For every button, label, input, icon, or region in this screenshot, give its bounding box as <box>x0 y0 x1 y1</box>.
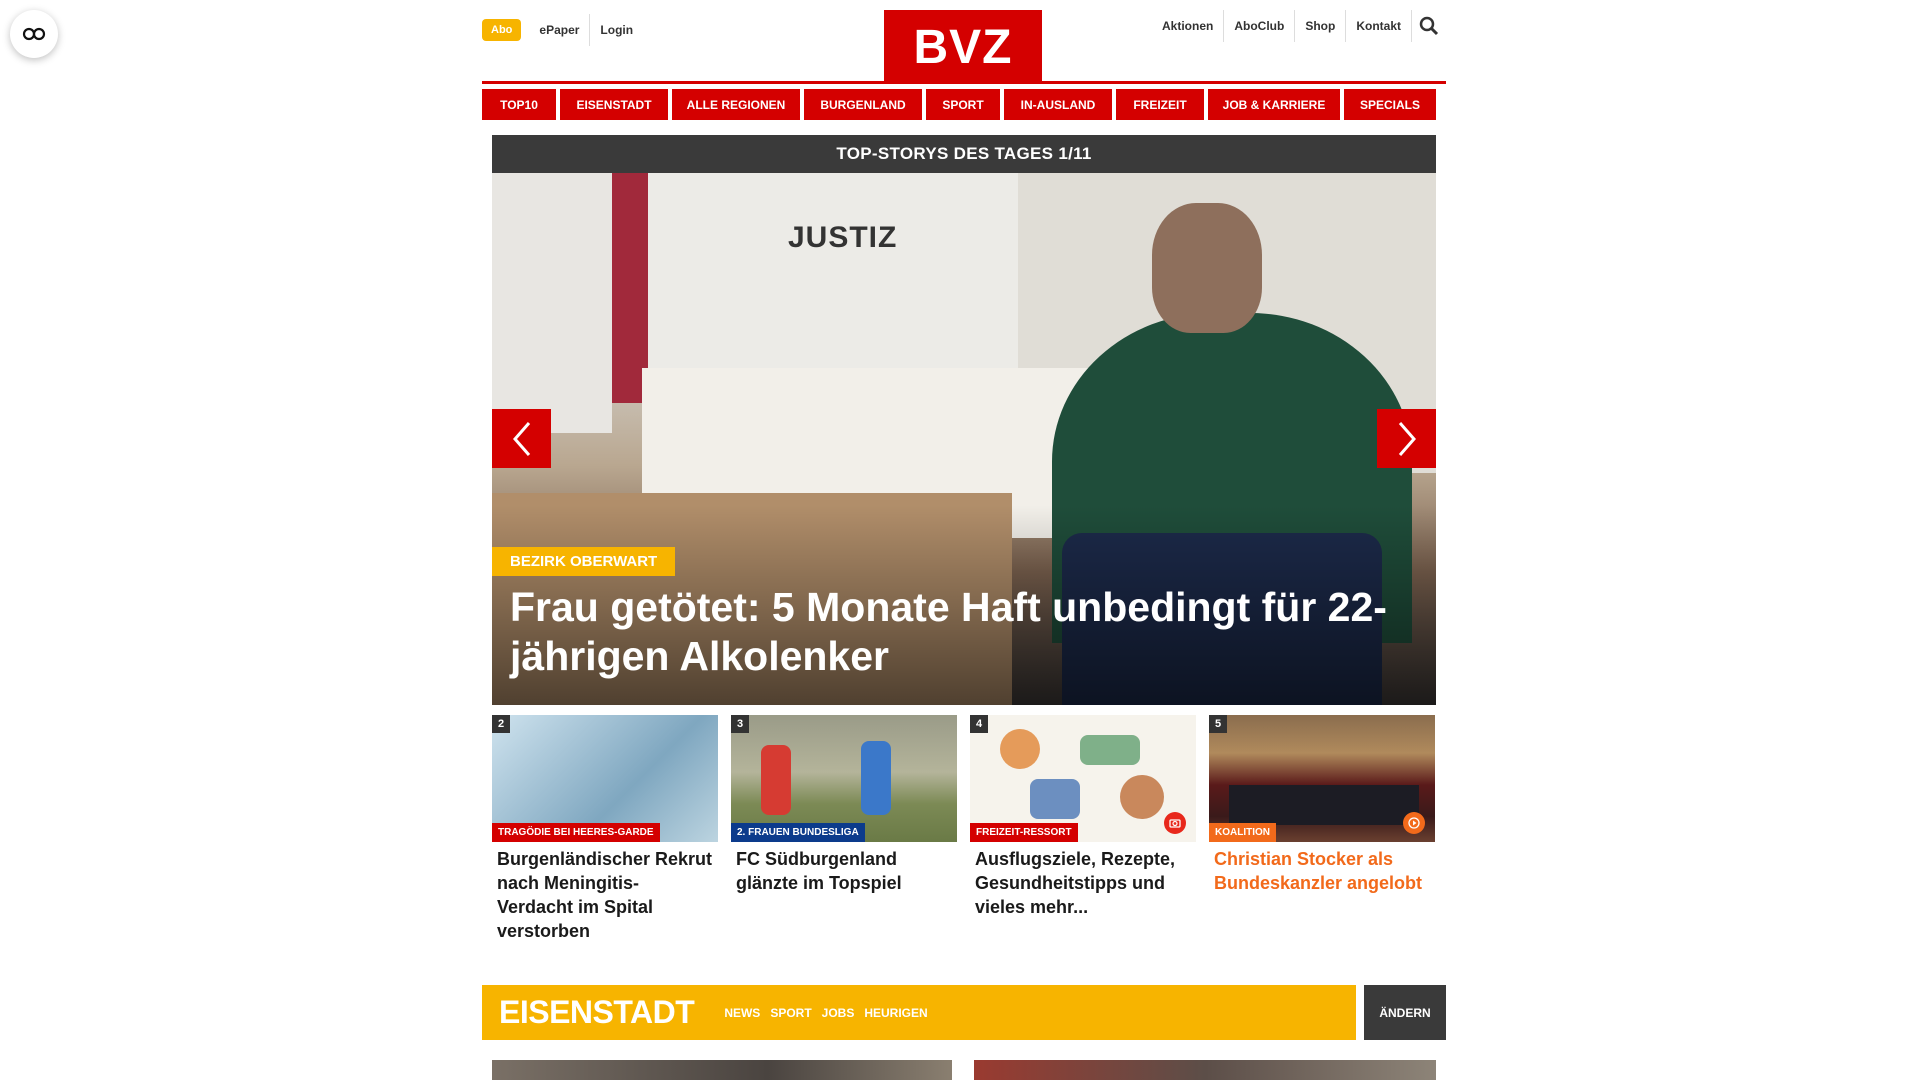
illustration-element <box>1120 775 1164 819</box>
slider-prev-button[interactable] <box>492 409 551 468</box>
nav-eisenstadt[interactable]: EISENSTADT <box>560 89 668 120</box>
teaser-image[interactable] <box>492 1060 952 1080</box>
bvz-logo[interactable]: BVZ <box>884 10 1042 84</box>
people-row <box>1229 785 1419 825</box>
story-tag[interactable]: KOALITION <box>1209 823 1276 842</box>
play-icon <box>1403 812 1425 834</box>
story-tag[interactable]: 2. FRAUEN BUNDESLIGA <box>731 823 865 842</box>
story-image[interactable]: 3 2. FRAUEN BUNDESLIGA <box>731 715 957 842</box>
chevron-left-icon <box>512 421 530 456</box>
region-link-jobs[interactable]: JOBS <box>822 1006 855 1020</box>
story-image[interactable]: 5 KOALITION <box>1209 715 1435 842</box>
page-container: Abo ePaper Login BVZ Aktionen AboClub Sh… <box>482 0 1446 1080</box>
header-left-links: Abo ePaper Login <box>482 14 643 46</box>
epaper-link[interactable]: ePaper <box>529 14 589 46</box>
story-title[interactable]: FC Südburgenland glänzte im Topspiel <box>731 842 957 895</box>
slider-heading: TOP-STORYS DES TAGES 1/11 <box>492 135 1436 173</box>
story-title[interactable]: Christian Stocker als Bundeskanzler ange… <box>1209 842 1435 895</box>
story-tag[interactable]: TRAGÖDIE BEI HEERES-GARDE <box>492 823 660 842</box>
change-region-button[interactable]: ÄNDERN <box>1364 985 1446 1040</box>
player-figure <box>761 745 791 815</box>
nav-burgenland[interactable]: BURGENLAND <box>804 89 922 120</box>
story-tag[interactable]: FREIZEIT-RESSORT <box>970 823 1078 842</box>
story-number: 5 <box>1209 715 1227 733</box>
story-card[interactable]: 5 KOALITION Christian Stocker als Bundes… <box>1209 715 1435 943</box>
justiz-sign: JUSTIZ <box>788 221 898 254</box>
story-title[interactable]: Ausflugsziele, Rezepte, Gesundheitstipps… <box>970 842 1196 919</box>
reader-mode-button[interactable] <box>10 10 58 58</box>
story-number: 2 <box>492 715 510 733</box>
slider-next-button[interactable] <box>1377 409 1436 468</box>
search-icon[interactable] <box>1412 10 1446 42</box>
hero-image[interactable]: JUSTIZ BEZIRK OBERWART Frau getötet: 5 M… <box>492 173 1436 705</box>
nav-sport[interactable]: SPORT <box>926 89 1000 120</box>
hero-headline[interactable]: Frau getötet: 5 Monate Haft unbedingt fü… <box>510 583 1410 681</box>
nav-specials[interactable]: SPECIALS <box>1344 89 1436 120</box>
illustration-element <box>1030 779 1080 819</box>
nav-freizeit[interactable]: FREIZEIT <box>1116 89 1204 120</box>
region-teasers <box>492 1060 1436 1080</box>
illustration-element <box>1000 729 1040 769</box>
login-link[interactable]: Login <box>590 14 643 46</box>
header-right-links: Aktionen AboClub Shop Kontakt <box>1152 10 1446 42</box>
teaser-image[interactable] <box>974 1060 1436 1080</box>
story-image[interactable]: 2 TRAGÖDIE BEI HEERES-GARDE <box>492 715 718 842</box>
nav-top10[interactable]: TOP10 <box>482 89 556 120</box>
pixelated-head <box>1152 203 1262 333</box>
region-bar: EISENSTADT NEWS SPORT JOBS HEURIGEN <box>482 985 1356 1040</box>
story-image[interactable]: 4 FREIZEIT-RESSORT <box>970 715 1196 842</box>
aktionen-link[interactable]: Aktionen <box>1152 10 1223 42</box>
glasses-icon <box>22 27 46 41</box>
player-figure <box>861 741 891 815</box>
abo-button[interactable]: Abo <box>482 19 522 41</box>
nav-alle-regionen[interactable]: ALLE REGIONEN <box>672 89 800 120</box>
region-link-sport[interactable]: SPORT <box>770 1006 811 1020</box>
main-navigation: TOP10 EISENSTADT ALLE REGIONEN BURGENLAN… <box>482 89 1446 120</box>
story-number: 4 <box>970 715 988 733</box>
story-card[interactable]: 4 FREIZEIT-RESSORT Ausflugsziele, Rezept… <box>970 715 1196 943</box>
region-link-news[interactable]: NEWS <box>724 1006 760 1020</box>
story-title[interactable]: Burgenländischer Rekrut nach Meningitis-… <box>492 842 718 943</box>
illustration-element <box>1080 735 1140 765</box>
story-number: 3 <box>731 715 749 733</box>
wall-panel <box>492 173 612 433</box>
region-title[interactable]: EISENSTADT <box>482 994 695 1031</box>
story-card[interactable]: 2 TRAGÖDIE BEI HEERES-GARDE Burgenländis… <box>492 715 718 943</box>
nav-in-ausland[interactable]: IN-AUSLAND <box>1004 89 1112 120</box>
kontakt-link[interactable]: Kontakt <box>1346 10 1411 42</box>
aboclub-link[interactable]: AboClub <box>1224 10 1294 42</box>
top-stories-slider: TOP-STORYS DES TAGES 1/11 JUSTIZ BEZIRK … <box>492 135 1436 705</box>
camera-icon <box>1164 812 1186 834</box>
chevron-right-icon <box>1398 421 1416 456</box>
shop-link[interactable]: Shop <box>1295 10 1345 42</box>
hero-category-tag[interactable]: BEZIRK OBERWART <box>492 547 676 576</box>
nav-job-karriere[interactable]: JOB & KARRIERE <box>1208 89 1340 120</box>
site-header: Abo ePaper Login BVZ Aktionen AboClub Sh… <box>482 0 1446 84</box>
story-cards: 2 TRAGÖDIE BEI HEERES-GARDE Burgenländis… <box>492 715 1436 943</box>
region-section-header: EISENSTADT NEWS SPORT JOBS HEURIGEN ÄNDE… <box>482 985 1446 1040</box>
region-link-heurigen[interactable]: HEURIGEN <box>864 1006 927 1020</box>
story-card[interactable]: 3 2. FRAUEN BUNDESLIGA FC Südburgenland … <box>731 715 957 943</box>
